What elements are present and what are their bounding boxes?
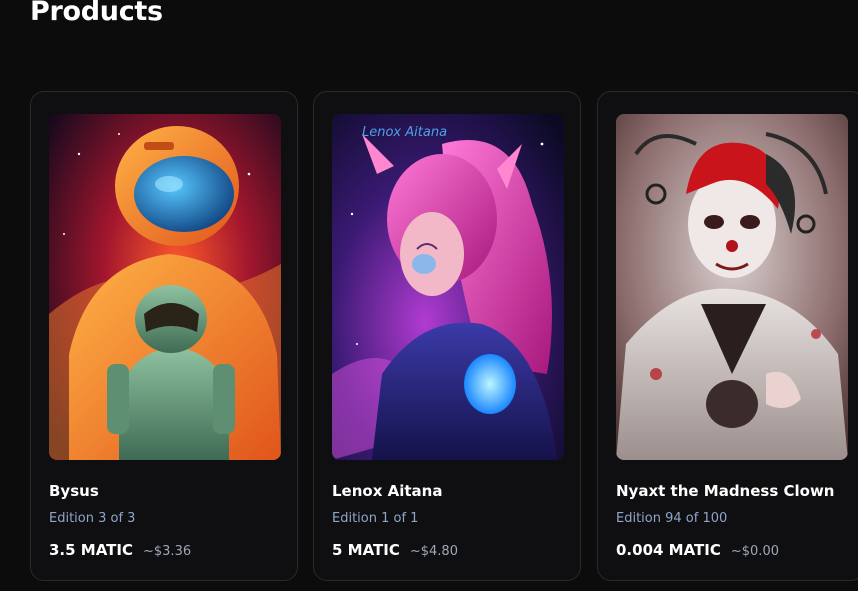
product-price-row: 0.004 MATIC ~$0.00 (616, 541, 779, 559)
space-elf-art: Lenox Aitana (332, 114, 564, 460)
product-name[interactable]: Lenox Aitana (332, 482, 442, 500)
madness-clown-art (616, 114, 848, 460)
page: Products Bysus Edition 3 of 3 3.5 MATIC … (0, 0, 858, 591)
product-card[interactable]: Lenox Aitana Lenox Aitana Edition 1 of 1… (313, 91, 581, 581)
product-usd-price: ~$0.00 (730, 544, 779, 559)
product-edition: Edition 3 of 3 (49, 511, 136, 526)
product-price-row: 5 MATIC ~$4.80 (332, 541, 458, 559)
product-image[interactable]: Lenox Aitana (332, 114, 564, 460)
product-usd-price: ~$3.36 (143, 544, 192, 559)
product-name[interactable]: Bysus (49, 482, 99, 500)
product-card[interactable]: Bysus Edition 3 of 3 3.5 MATIC ~$3.36 (30, 91, 298, 581)
product-edition: Edition 94 of 100 (616, 511, 728, 526)
product-edition: Edition 1 of 1 (332, 511, 419, 526)
product-price: 5 MATIC (332, 541, 400, 559)
product-price-row: 3.5 MATIC ~$3.36 (49, 541, 191, 559)
product-price: 3.5 MATIC (49, 541, 133, 559)
product-grid: Bysus Edition 3 of 3 3.5 MATIC ~$3.36 Le… (30, 91, 858, 582)
page-title: Products (30, 0, 163, 27)
product-image[interactable] (616, 114, 848, 460)
astronauts-art (49, 114, 281, 460)
product-image[interactable] (49, 114, 281, 460)
art-caption: Lenox Aitana (362, 125, 447, 140)
product-card[interactable]: Nyaxt the Madness Clown Edition 94 of 10… (597, 91, 858, 581)
product-name[interactable]: Nyaxt the Madness Clown (616, 482, 834, 500)
product-price: 0.004 MATIC (616, 541, 721, 559)
product-usd-price: ~$4.80 (409, 544, 458, 559)
